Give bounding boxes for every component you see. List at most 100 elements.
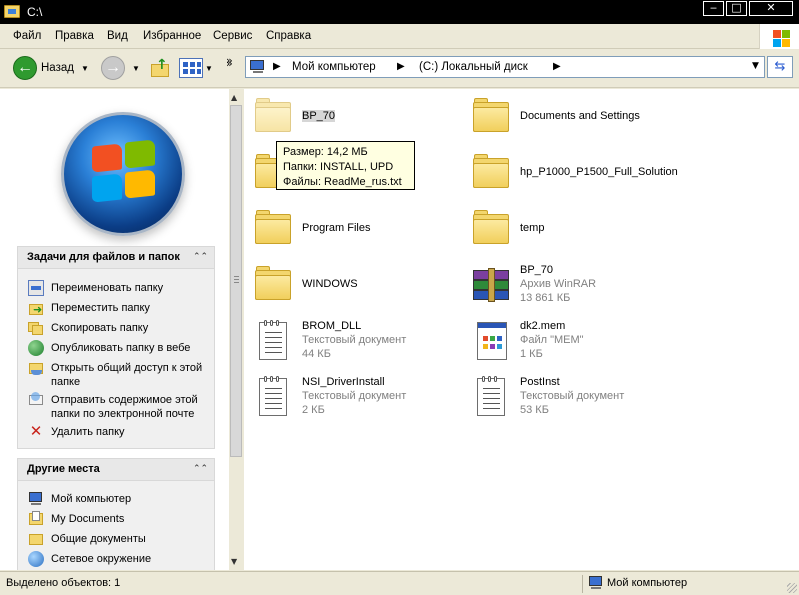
file-item-archive[interactable]: BP_70 Архив WinRAR 13 861 КБ [462, 259, 682, 311]
up-folder-button[interactable]: ↑ [150, 57, 172, 79]
status-selection-count: Выделено объектов: 1 [6, 577, 121, 589]
menu-view[interactable]: Вид [107, 30, 128, 42]
my-computer-icon [250, 60, 267, 74]
places-panel-header[interactable]: Другие места ⌃⌃ [18, 459, 214, 481]
close-button[interactable]: ✕ [749, 1, 793, 16]
back-button[interactable]: ← [13, 56, 37, 80]
back-dropdown-icon[interactable]: ▼ [81, 64, 89, 73]
file-item-folder[interactable]: Documents and Settings [462, 91, 682, 143]
file-name: dk2.mem [520, 320, 566, 332]
menu-bar: Файл Правка Вид Избранное Сервис Справка [0, 24, 799, 49]
file-item-folder[interactable]: hp_P1000_P1500_Full_Solution [462, 147, 682, 199]
place-label: Мой компьютер [51, 493, 132, 505]
address-bar[interactable]: ▶ Мой компьютер ▶ (C:) Локальный диск ▶ … [245, 56, 765, 78]
collapse-chevron-icon[interactable]: ⌃⌃ [193, 250, 208, 265]
status-bar: Выделено объектов: 1 Мой компьютер [0, 571, 799, 595]
file-size: 53 КБ [520, 404, 549, 416]
file-item-folder[interactable]: temp [462, 203, 682, 255]
menu-file[interactable]: Файл [13, 30, 41, 42]
menu-help[interactable]: Справка [266, 30, 311, 42]
email-icon [28, 392, 44, 408]
tooltip-folders: Папки: INSTALL, UPD [283, 161, 394, 173]
file-type: Файл "MEM" [520, 334, 584, 346]
share-folder-icon [28, 360, 44, 376]
file-size: 1 КБ [520, 348, 543, 360]
file-item-folder[interactable]: BP_70 [244, 91, 464, 143]
file-type: Текстовый документ [302, 334, 407, 346]
file-name: BP_70 [302, 110, 336, 122]
file-name: WINDOWS [302, 278, 358, 290]
file-item-text[interactable]: BROM_DLL Текстовый документ 44 КБ [244, 315, 464, 367]
up-arrow-icon: ↑ [156, 57, 168, 73]
file-item-text[interactable]: PostInst Текстовый документ 53 КБ [462, 371, 682, 423]
address-dropdown-icon[interactable]: ▼ [752, 61, 759, 71]
scrollbar-thumb[interactable] [230, 105, 242, 457]
go-button[interactable]: ⇆ [767, 56, 793, 78]
folder-icon [253, 206, 293, 252]
menu-edit[interactable]: Правка [55, 30, 94, 42]
tasks-panel-header[interactable]: Задачи для файлов и папок ⌃⌃ [18, 247, 214, 269]
my-documents-icon [28, 511, 44, 527]
scroll-down-icon[interactable]: ▼ [231, 557, 237, 566]
winrar-archive-icon [471, 262, 511, 308]
my-computer-icon [28, 491, 44, 507]
copy-folder-icon [28, 320, 44, 336]
shared-documents-icon [28, 531, 44, 547]
forward-dropdown-icon[interactable]: ▼ [132, 64, 140, 73]
forward-button[interactable]: → [101, 56, 125, 80]
task-pane-scrollbar[interactable]: ▲ ▼ [229, 89, 243, 570]
file-name: PostInst [520, 376, 560, 388]
file-size: 13 861 КБ [520, 292, 571, 304]
place-label: Сетевое окружение [51, 553, 152, 565]
file-name: hp_P1000_P1500_Full_Solution [520, 166, 678, 178]
menu-tools[interactable]: Сервис [213, 30, 252, 42]
task-label: Скопировать папку [51, 322, 149, 334]
folder-window-icon [4, 5, 20, 18]
file-item-mem[interactable]: dk2.mem Файл "MEM" 1 КБ [462, 315, 682, 367]
task-label: Отправить содержимое этой папки по элект… [51, 394, 198, 420]
file-type: Текстовый документ [520, 390, 625, 402]
network-icon [28, 551, 44, 567]
breadcrumb-separator-icon: ▶ [553, 61, 561, 72]
views-button[interactable] [179, 58, 203, 78]
rename-icon [28, 280, 44, 296]
breadcrumb-local-disk[interactable]: (C:) Локальный диск [419, 61, 528, 73]
resize-grip[interactable] [787, 583, 797, 593]
scroll-up-icon[interactable]: ▲ [231, 93, 237, 102]
collapse-chevron-icon[interactable]: ⌃⌃ [193, 462, 208, 477]
minimize-button[interactable]: ‒ [703, 1, 724, 16]
title-bar: C:\ ‒ □ ✕ [0, 0, 799, 24]
tasks-panel-title: Задачи для файлов и папок [27, 251, 180, 263]
task-pane: Задачи для файлов и папок ⌃⌃ Переименова… [0, 89, 243, 570]
file-size: 2 КБ [302, 404, 325, 416]
address-more-icon[interactable]: » [226, 57, 233, 70]
status-divider [582, 575, 583, 593]
menu-favorites[interactable]: Избранное [143, 30, 201, 42]
my-computer-icon [588, 576, 604, 590]
views-dropdown-icon[interactable]: ▼ [205, 64, 213, 73]
task-label: Опубликовать папку в вебе [51, 342, 191, 354]
file-name: Program Files [302, 222, 371, 234]
file-item-text[interactable]: NSI_DriverInstall Текстовый документ 2 К… [244, 371, 464, 423]
folder-icon [471, 206, 511, 252]
back-label[interactable]: Назад [41, 62, 74, 74]
file-item-folder[interactable]: Program Files [244, 203, 464, 255]
generic-file-icon [471, 318, 511, 364]
status-location: Мой компьютер [607, 577, 688, 589]
file-name: Documents and Settings [520, 110, 640, 122]
folder-icon [471, 94, 511, 140]
task-label: Переименовать папку [51, 282, 164, 294]
file-type: Архив WinRAR [520, 278, 597, 290]
forward-arrow-icon: → [105, 59, 121, 76]
tooltip-size: Размер: 14,2 МБ [283, 146, 368, 158]
maximize-button[interactable]: □ [726, 1, 747, 16]
publish-web-icon [28, 340, 44, 356]
file-item-folder[interactable]: WINDOWS [244, 259, 464, 311]
breadcrumb-my-computer[interactable]: Мой компьютер [292, 61, 376, 73]
windows-logo-icon [759, 24, 799, 49]
folder-icon [253, 262, 293, 308]
file-type: Текстовый документ [302, 390, 407, 402]
tooltip-files: Файлы: ReadMe_rus.txt [283, 176, 402, 188]
folder-info-tooltip: Размер: 14,2 МБ Папки: INSTALL, UPD Файл… [276, 141, 415, 190]
text-document-icon [471, 374, 511, 420]
